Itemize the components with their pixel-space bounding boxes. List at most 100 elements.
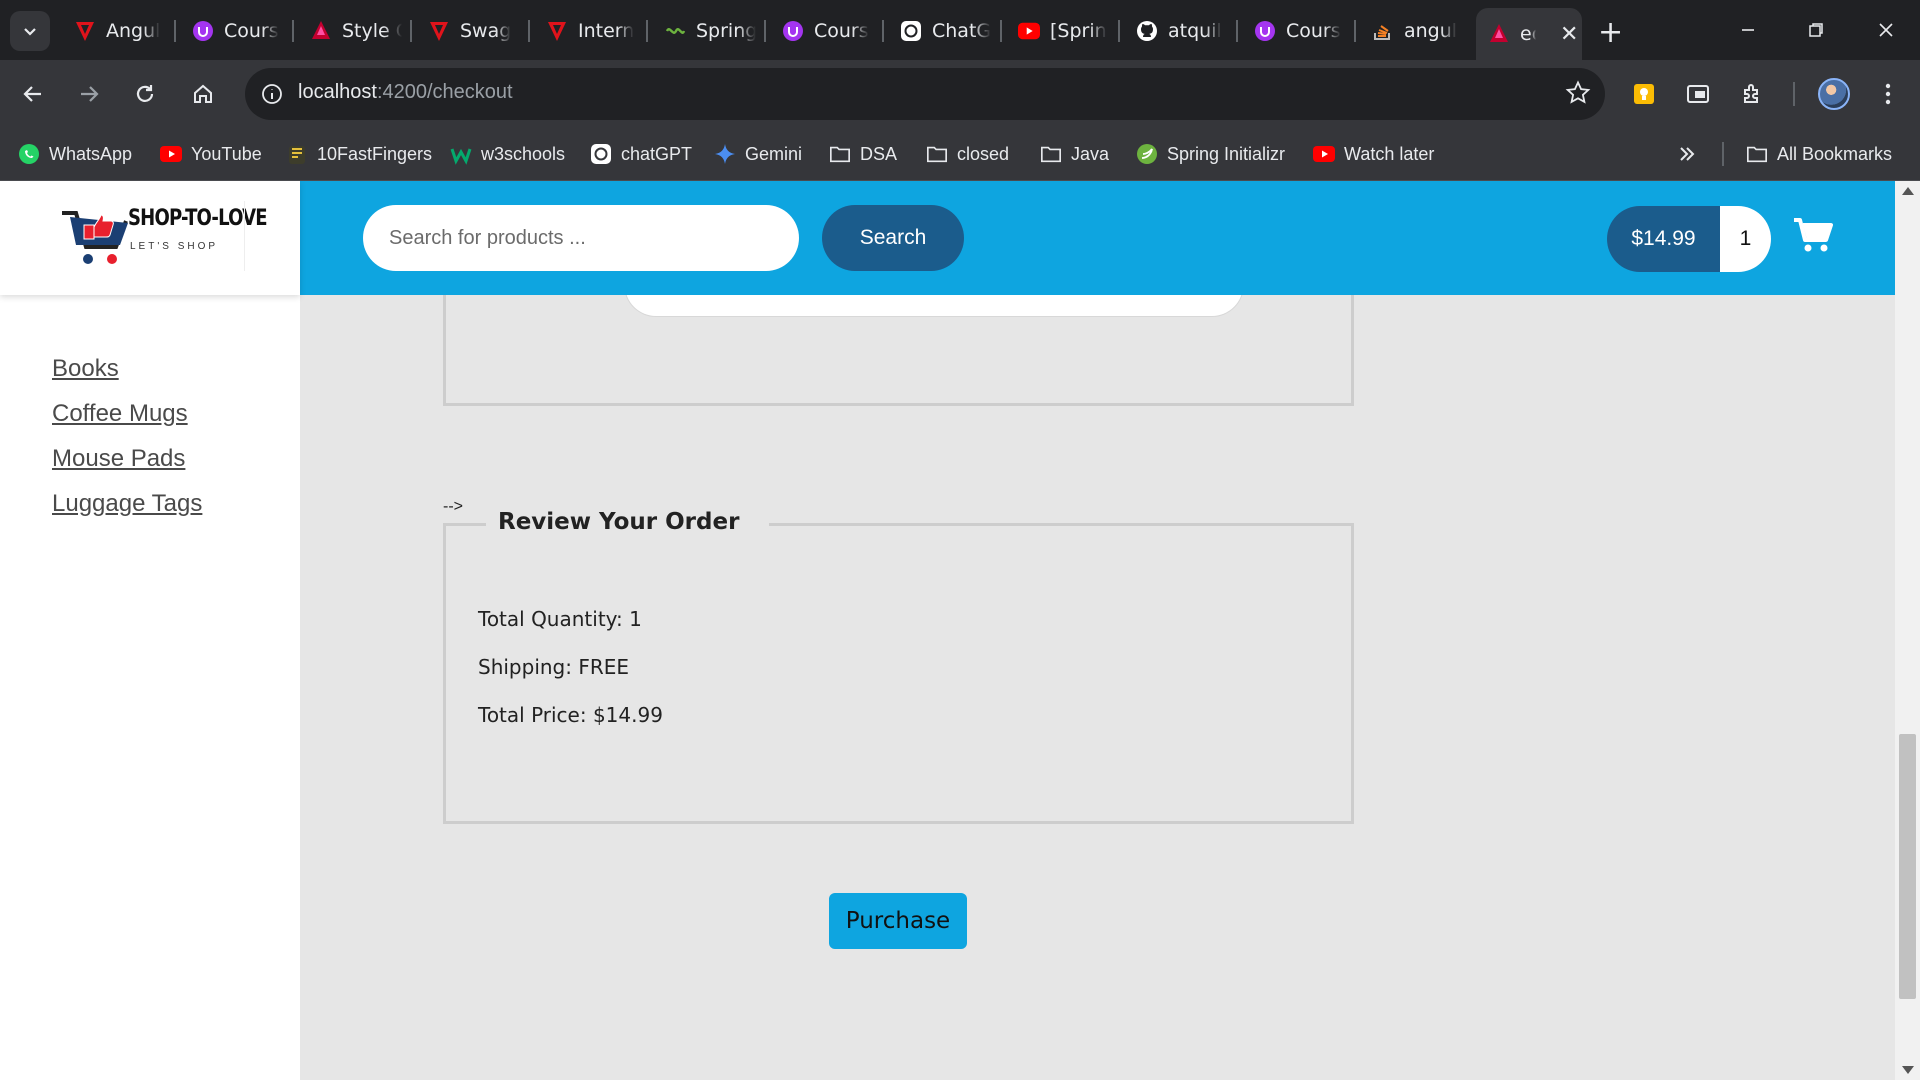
bookmark-spring-initializr[interactable]: Spring Initializr	[1136, 138, 1285, 170]
folder-icon	[1040, 143, 1062, 165]
site-info-icon[interactable]	[255, 77, 289, 111]
tab-separator	[1236, 20, 1238, 42]
category-link-books[interactable]: Books	[52, 355, 202, 400]
cart-quantity[interactable]: 1	[1720, 206, 1771, 272]
address-bar[interactable]: localhost:4200/checkout	[245, 68, 1605, 120]
bookmark-folder-dsa[interactable]: DSA	[829, 138, 897, 170]
tab-4[interactable]: Swag	[416, 8, 511, 53]
gemini-icon	[714, 143, 736, 165]
tab-12[interactable]: angul	[1360, 8, 1457, 53]
shipping-text: Shipping: FREE	[478, 655, 630, 679]
tab-8[interactable]: ChatG	[888, 8, 991, 53]
tab-6[interactable]: Spring	[652, 8, 756, 53]
cart-status[interactable]: $14.99 1	[1607, 206, 1771, 272]
tab-title: ec	[1520, 23, 1536, 45]
tab-separator	[882, 20, 884, 42]
tab-title: Spring	[696, 19, 756, 42]
reload-button[interactable]	[127, 76, 163, 112]
udemy-icon	[782, 20, 804, 42]
media-control-icon[interactable]	[1680, 76, 1716, 112]
forward-button[interactable]	[71, 76, 107, 112]
search-button[interactable]: Search	[822, 205, 964, 271]
search-input[interactable]	[363, 205, 799, 271]
review-order-section: Review Your Order Total Quantity: 1 Ship…	[443, 509, 1354, 824]
spring-icon	[1136, 143, 1158, 165]
bookmark-whatsapp[interactable]: WhatsApp	[18, 138, 132, 170]
url-text[interactable]: localhost:4200/checkout	[298, 81, 513, 104]
close-tab-icon[interactable]: ✕	[1560, 22, 1578, 47]
bookmark-star-icon[interactable]	[1565, 80, 1591, 110]
tab-7[interactable]: Cours	[770, 8, 869, 53]
youtube-icon	[160, 143, 182, 165]
double-chevron-right-icon	[1676, 143, 1698, 165]
stackoverflow-icon	[1372, 20, 1394, 42]
home-button[interactable]	[185, 76, 221, 112]
html-comment-artifact: -->	[443, 498, 463, 515]
scroll-up-arrow-icon[interactable]	[1902, 187, 1914, 195]
angular-red-icon	[74, 20, 96, 42]
scrollbar-thumb[interactable]	[1899, 734, 1916, 999]
bookmark-youtube[interactable]: YouTube	[160, 138, 262, 170]
minimize-button[interactable]	[1728, 12, 1768, 48]
tab-separator	[528, 20, 530, 42]
chevron-down-icon	[24, 28, 36, 36]
bookmark-gemini[interactable]: Gemini	[714, 138, 802, 170]
youtube-icon	[1313, 143, 1335, 165]
category-link-luggage-tags[interactable]: Luggage Tags	[52, 490, 202, 535]
scroll-down-arrow-icon[interactable]	[1902, 1066, 1914, 1074]
back-button[interactable]	[15, 76, 51, 112]
bookmark-all-bookmarks[interactable]: All Bookmarks	[1746, 138, 1892, 170]
browser-menu-icon[interactable]	[1870, 76, 1906, 112]
tab-5[interactable]: Intern	[534, 8, 634, 53]
more-bookmarks-button[interactable]	[1676, 138, 1698, 170]
tab-10[interactable]: atquil	[1124, 8, 1222, 53]
tab-strip: Angul Cours Style G Swag Intern Spring C…	[0, 0, 1920, 60]
brand-logo-area[interactable]: SHOP-TO-LOVE LET'S SHOP	[0, 181, 300, 295]
shopping-cart-icon[interactable]	[1793, 217, 1833, 258]
minimize-icon	[1742, 29, 1754, 31]
tab-9[interactable]: [Sprin	[1006, 8, 1107, 53]
extension-keep-icon[interactable]	[1626, 76, 1662, 112]
folder-icon	[1746, 143, 1768, 165]
tab-2[interactable]: Cours	[180, 8, 279, 53]
udemy-icon	[1254, 20, 1276, 42]
profile-avatar[interactable]	[1818, 78, 1850, 110]
bookmark-folder-closed[interactable]: closed	[926, 138, 1009, 170]
category-link-coffee-mugs[interactable]: Coffee Mugs	[52, 400, 202, 445]
tab-title: [Sprin	[1050, 19, 1107, 42]
restore-button[interactable]	[1796, 12, 1836, 48]
page-scrollbar[interactable]	[1895, 181, 1920, 1080]
tab-active[interactable]: ec ✕	[1476, 8, 1582, 60]
bookmark-watch-later[interactable]: Watch later	[1313, 138, 1434, 170]
cart-total-price[interactable]: $14.99	[1607, 206, 1720, 272]
url-path: :4200/checkout	[376, 81, 513, 103]
forward-arrow-icon	[81, 86, 99, 102]
total-price-text: Total Price: $14.99	[478, 703, 663, 727]
brand-name: SHOP-TO-LOVE	[128, 206, 268, 231]
bookmarks-bar: WhatsApp YouTube 10FastFingers w3schools…	[0, 128, 1920, 181]
tab-separator	[174, 20, 176, 42]
tab-search-button[interactable]	[10, 11, 50, 51]
new-tab-button[interactable]: +	[1598, 15, 1623, 50]
angular-icon	[310, 20, 332, 42]
tab-title: Intern	[578, 19, 635, 42]
category-link-mouse-pads[interactable]: Mouse Pads	[52, 445, 202, 490]
bookmark-w3schools[interactable]: w3schools	[450, 138, 565, 170]
tab-3[interactable]: Style G	[298, 8, 402, 53]
bookmark-folder-java[interactable]: Java	[1040, 138, 1109, 170]
bookmark-10fastfingers[interactable]: 10FastFingers	[286, 138, 432, 170]
bookmark-chatgpt[interactable]: chatGPT	[590, 138, 692, 170]
brand-divider	[244, 201, 245, 271]
purchase-button[interactable]: Purchase	[829, 893, 967, 949]
tab-11[interactable]: Cours	[1242, 8, 1341, 53]
tab-title: Style G	[342, 19, 402, 42]
tab-title: Swag	[460, 19, 512, 42]
tab-separator	[764, 20, 766, 42]
extensions-puzzle-icon[interactable]	[1735, 76, 1771, 112]
fastfingers-icon	[286, 143, 308, 165]
bookmark-label: w3schools	[481, 143, 566, 164]
chatgpt-icon	[590, 143, 612, 165]
tab-1[interactable]: Angul	[62, 8, 160, 53]
youtube-icon	[1018, 20, 1040, 42]
close-window-button[interactable]	[1866, 12, 1906, 48]
